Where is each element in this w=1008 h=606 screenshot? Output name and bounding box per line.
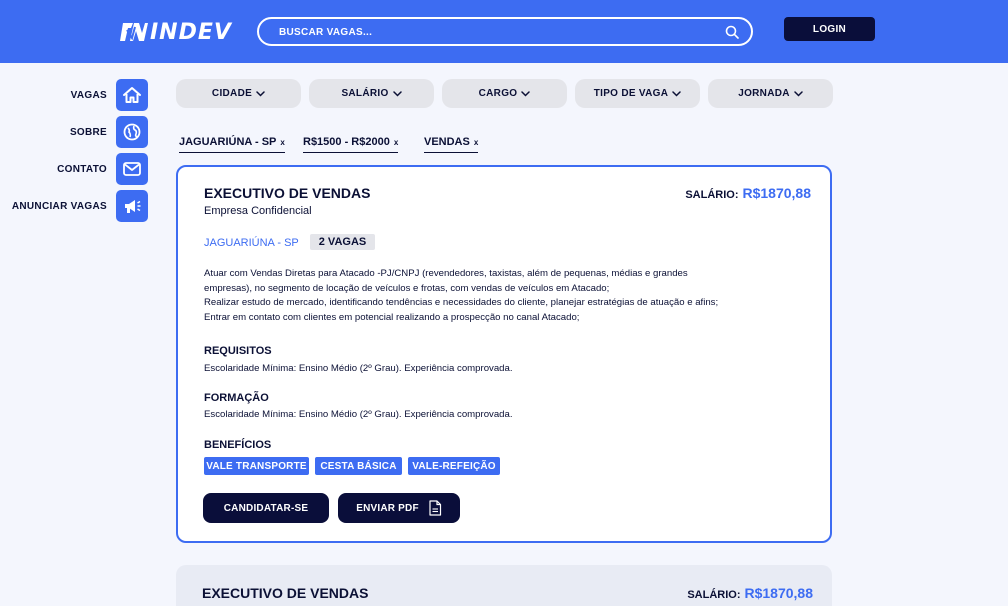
home-icon <box>123 87 141 103</box>
education-text: Escolaridade Mínima: Ensino Médio (2º Gr… <box>204 409 513 420</box>
filter-cargo[interactable]: CARGO <box>442 79 567 108</box>
sidebar-icon-button[interactable] <box>116 153 148 185</box>
education-title: FORMAÇÃO <box>204 392 269 404</box>
mail-icon <box>123 162 141 176</box>
salary-value: R$1870,88 <box>744 585 813 601</box>
benefit-tag: VALE-REFEIÇÃO <box>408 457 500 475</box>
requirements-title: REQUISITOS <box>204 345 272 357</box>
active-filter-label: R$1500 - R$2000 <box>303 136 390 148</box>
chevron-down-icon <box>256 90 265 97</box>
search-icon[interactable] <box>725 25 739 39</box>
active-filter-label: VENDAS <box>424 136 470 148</box>
remove-filter-button[interactable]: x <box>280 138 284 147</box>
top-header: INDEV LOGIN <box>0 0 1008 63</box>
filter-jornada[interactable]: JORNADA <box>708 79 833 108</box>
filter-label: SALÁRIO <box>341 88 389 99</box>
active-filter-chip: JAGUARIÚNA - SP x <box>179 136 285 153</box>
send-pdf-button[interactable]: ENVIAR PDF <box>338 493 460 523</box>
chevron-down-icon <box>392 90 402 97</box>
benefit-tag: VALE TRANSPORTE <box>204 457 309 475</box>
filter-label: TIPO DE VAGA <box>593 88 669 99</box>
sidebar-icon-button[interactable] <box>116 190 148 222</box>
remove-filter-button[interactable]: x <box>394 138 398 147</box>
job-title[interactable]: EXECUTIVO DE VENDAS <box>204 185 370 201</box>
search-bar[interactable] <box>257 17 753 46</box>
job-company: Empresa Confidencial <box>204 205 312 217</box>
filter-tipo-de-vaga[interactable]: TIPO DE VAGA <box>575 79 700 108</box>
job-location: JAGUARIÚNA - SP <box>204 237 299 249</box>
job-card: EXECUTIVO DE VENDAS SALÁRIO: R$1870,88 <box>176 565 832 606</box>
description-line: Atuar com Vendas Diretas para Atacado -P… <box>204 268 688 279</box>
salary-label: SALÁRIO: <box>685 189 739 201</box>
filter-label: CIDADE <box>211 88 253 99</box>
sidebar-item-vagas[interactable]: VAGAS <box>0 79 148 111</box>
megaphone-icon <box>125 200 141 213</box>
sidebar-item-anunciar-vagas[interactable]: ANUNCIAR VAGAS <box>0 190 148 222</box>
apply-button[interactable]: CANDIDATAR-SE <box>203 493 329 523</box>
benefit-tag: CESTA BÁSICA <box>315 457 402 475</box>
job-salary: SALÁRIO: R$1870,88 <box>687 585 813 601</box>
sidebar-item-label: CONTATO <box>57 164 107 175</box>
apply-button-label: CANDIDATAR-SE <box>223 502 309 514</box>
job-title[interactable]: EXECUTIVO DE VENDAS <box>202 585 368 601</box>
filter-label: CARGO <box>478 88 518 99</box>
job-salary: SALÁRIO: R$1870,88 <box>685 185 811 201</box>
description-line: Realizar estudo de mercado, identificand… <box>204 297 719 308</box>
send-pdf-label: ENVIAR PDF <box>356 502 419 514</box>
salary-label: SALÁRIO: <box>687 589 741 601</box>
active-filter-chip: VENDAS x <box>424 136 479 153</box>
job-description: Atuar com Vendas Diretas para Atacado -P… <box>204 267 814 325</box>
active-filter-label: JAGUARIÚNA - SP <box>179 136 277 148</box>
filter-cidade[interactable]: CIDADE <box>176 79 301 108</box>
filter-label: JORNADA <box>738 88 790 99</box>
sidebar-icon-button[interactable] <box>116 79 148 111</box>
description-line: empresas), no segmento de locação de veí… <box>204 282 610 294</box>
remove-filter-button[interactable]: x <box>474 138 478 147</box>
job-card: EXECUTIVO DE VENDAS Empresa Confidencial… <box>176 165 832 543</box>
sidebar-item-label: VAGAS <box>70 90 107 101</box>
logo-mark-icon <box>120 23 148 41</box>
sidebar-item-contato[interactable]: CONTATO <box>0 153 148 185</box>
chevron-down-icon <box>672 90 682 97</box>
chevron-down-icon <box>521 90 531 97</box>
active-filter-chip: R$1500 - R$2000 x <box>303 136 399 153</box>
brand-name: INDEV <box>150 19 232 45</box>
chevron-down-icon <box>794 90 803 97</box>
sidebar-item-label: ANUNCIAR VAGAS <box>11 201 107 212</box>
sidebar-item-sobre[interactable]: SOBRE <box>0 116 148 148</box>
globe-icon <box>123 123 141 141</box>
salary-value: R$1870,88 <box>742 185 811 201</box>
brand-logo[interactable]: INDEV <box>120 19 232 45</box>
sidebar-item-label: SOBRE <box>69 127 107 138</box>
description-line: Entrar em contato com clientes em potenc… <box>204 311 580 323</box>
requirements-text: Escolaridade Mínima: Ensino Médio (2º Gr… <box>204 363 513 374</box>
benefits-title: BENEFÍCIOS <box>204 439 272 451</box>
sidebar-icon-button[interactable] <box>116 116 148 148</box>
filter-salario[interactable]: SALÁRIO <box>309 79 434 108</box>
login-button[interactable]: LOGIN <box>784 17 875 41</box>
search-input[interactable] <box>279 24 699 40</box>
openings-badge: 2 VAGAS <box>310 234 375 250</box>
file-icon <box>429 500 441 516</box>
